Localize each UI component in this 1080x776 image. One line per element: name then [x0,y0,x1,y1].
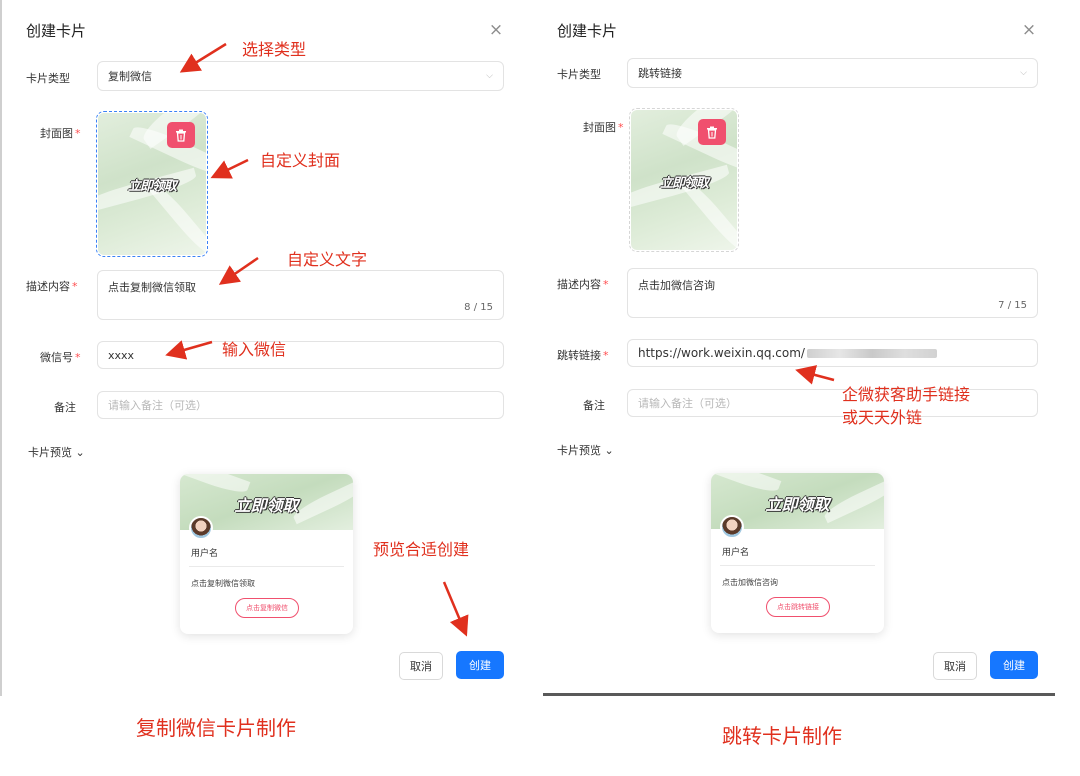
annotation-link-hint-2: 或天天外链 [842,408,923,427]
caption-left: 复制微信卡片制作 [136,716,296,740]
arrow-input-wechat [165,340,213,360]
annotation-custom-text: 自定义文字 [287,250,368,269]
annotation-input-wechat: 输入微信 [222,340,287,359]
annotation-preview-create: 预览合适创建 [373,540,470,559]
arrow-custom-cover [210,158,249,179]
arrow-link-hint [795,365,835,385]
annotation-link-hint-1: 企微获客助手链接 [842,385,971,404]
arrow-preview-create [442,581,469,637]
arrow-select-type [179,42,227,73]
annotation-custom-cover: 自定义封面 [260,151,341,170]
arrow-custom-text [218,256,259,285]
annotation-select-type: 选择类型 [242,40,307,59]
caption-right: 跳转卡片制作 [722,724,842,748]
